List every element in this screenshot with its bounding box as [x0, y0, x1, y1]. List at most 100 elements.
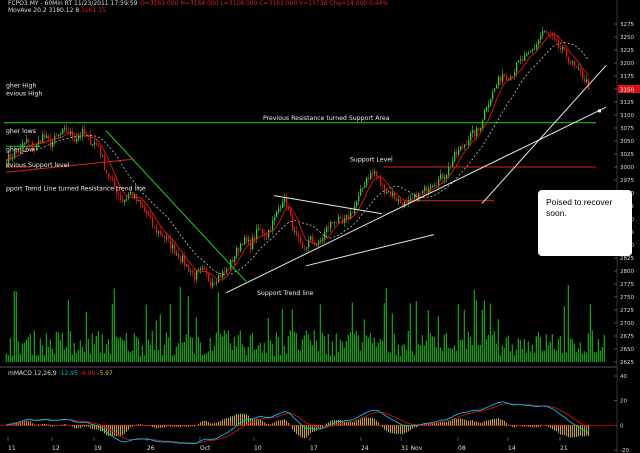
volume-bar — [281, 309, 283, 362]
volume-bar — [65, 346, 67, 362]
volume-bar — [493, 330, 495, 362]
candle-body — [208, 273, 210, 281]
candle-body — [62, 129, 64, 134]
volume-bar — [175, 346, 177, 362]
volume-bar — [215, 332, 217, 362]
candle-body — [364, 185, 366, 188]
volume-bar — [385, 288, 387, 362]
volume-bar — [189, 336, 191, 362]
volume-bar — [437, 315, 439, 362]
candle-body — [292, 215, 294, 232]
volume-bar — [135, 336, 137, 362]
label-higher-low: gher Low — [6, 146, 34, 153]
y-tick-label: 2700 — [620, 321, 634, 327]
volume-bar — [63, 349, 65, 362]
volume-bar — [161, 354, 163, 362]
volume-bar — [89, 354, 91, 362]
volume-bar — [75, 352, 77, 362]
volume-bar — [111, 303, 113, 362]
volume-bar — [145, 304, 147, 362]
volume-bar — [147, 339, 149, 362]
volume-bar — [197, 336, 199, 362]
volume-bar — [91, 333, 93, 362]
label-previous-support: evious Support level — [6, 162, 70, 169]
candle-body — [44, 134, 46, 139]
candle-body — [202, 267, 204, 269]
candle-body — [524, 55, 526, 61]
volume-bar — [411, 350, 413, 362]
volume-bar — [139, 355, 141, 362]
candle-body — [204, 267, 206, 270]
candle-body — [92, 144, 94, 146]
volume-bar — [15, 291, 17, 362]
macd-readout: mMACD 12,26,9 -12.95 -6.99 -5.97 — [8, 370, 113, 378]
ohlc-open: O=3161.000 — [140, 0, 179, 7]
candle-body — [118, 194, 120, 196]
volume-bar — [495, 343, 497, 362]
ohlc-high: H=3164.000 — [180, 0, 219, 7]
candle-body — [450, 166, 452, 168]
candle-body — [178, 253, 180, 259]
candle-body — [556, 38, 558, 41]
volume-bar — [589, 304, 591, 362]
candle-body — [234, 256, 236, 262]
volume-bar — [551, 334, 553, 362]
volume-bar — [119, 337, 121, 362]
candle-body — [576, 66, 578, 68]
candle-body — [356, 201, 358, 207]
volume-bar — [231, 349, 233, 362]
candle-body — [146, 211, 148, 214]
ohlc-volume: V=13736 — [299, 0, 328, 7]
volume-bar — [25, 339, 27, 362]
volume-bar — [167, 337, 169, 362]
volume-bar — [317, 350, 319, 362]
volume-bar — [85, 311, 87, 362]
volume-bar — [351, 302, 353, 362]
x-tick-label: 19 — [94, 445, 102, 452]
volume-bar — [453, 345, 455, 362]
volume-bar — [225, 333, 227, 362]
candle-body — [212, 282, 214, 286]
candle-body — [180, 258, 182, 262]
candle-body — [400, 199, 402, 203]
candle-body — [386, 192, 388, 194]
candle-body — [276, 211, 278, 218]
candle-body — [460, 146, 462, 150]
y-tick-label: 3225 — [620, 48, 634, 54]
volume-bar — [371, 343, 373, 362]
volume-bar — [159, 314, 161, 362]
volume-bar — [185, 334, 187, 362]
volume-bar — [397, 344, 399, 362]
volume-bar — [187, 295, 189, 362]
candle-body — [296, 231, 298, 236]
volume-bar — [583, 351, 585, 362]
y-tick-label: 2725 — [620, 308, 634, 314]
volume-bar — [363, 319, 365, 362]
candle-body — [360, 188, 362, 196]
candle-body — [300, 237, 302, 243]
volume-bar — [213, 345, 215, 362]
candle-body — [326, 227, 328, 233]
candle-body — [398, 199, 400, 202]
volume-bar — [431, 336, 433, 362]
label-support-level: Support Level — [350, 156, 393, 163]
candle-body — [496, 85, 498, 89]
y-tick-label: 2775 — [620, 282, 634, 288]
volume-bar — [505, 337, 507, 362]
volume-bar — [459, 339, 461, 362]
volume-bar — [477, 345, 479, 362]
trendline-anchor — [598, 109, 601, 113]
volume-bar — [487, 334, 489, 362]
volume-bar — [383, 303, 385, 362]
volume-bar — [333, 355, 335, 362]
ma-value-2: 8 — [75, 7, 80, 14]
candle-body — [468, 140, 470, 146]
volume-bar — [191, 337, 193, 362]
candle-body — [520, 59, 522, 61]
volume-bar — [51, 348, 53, 362]
candle-body — [462, 146, 464, 148]
candle-body — [478, 127, 480, 131]
candle-body — [380, 177, 382, 186]
volume-bar — [245, 355, 247, 362]
volume-bar — [183, 342, 185, 362]
